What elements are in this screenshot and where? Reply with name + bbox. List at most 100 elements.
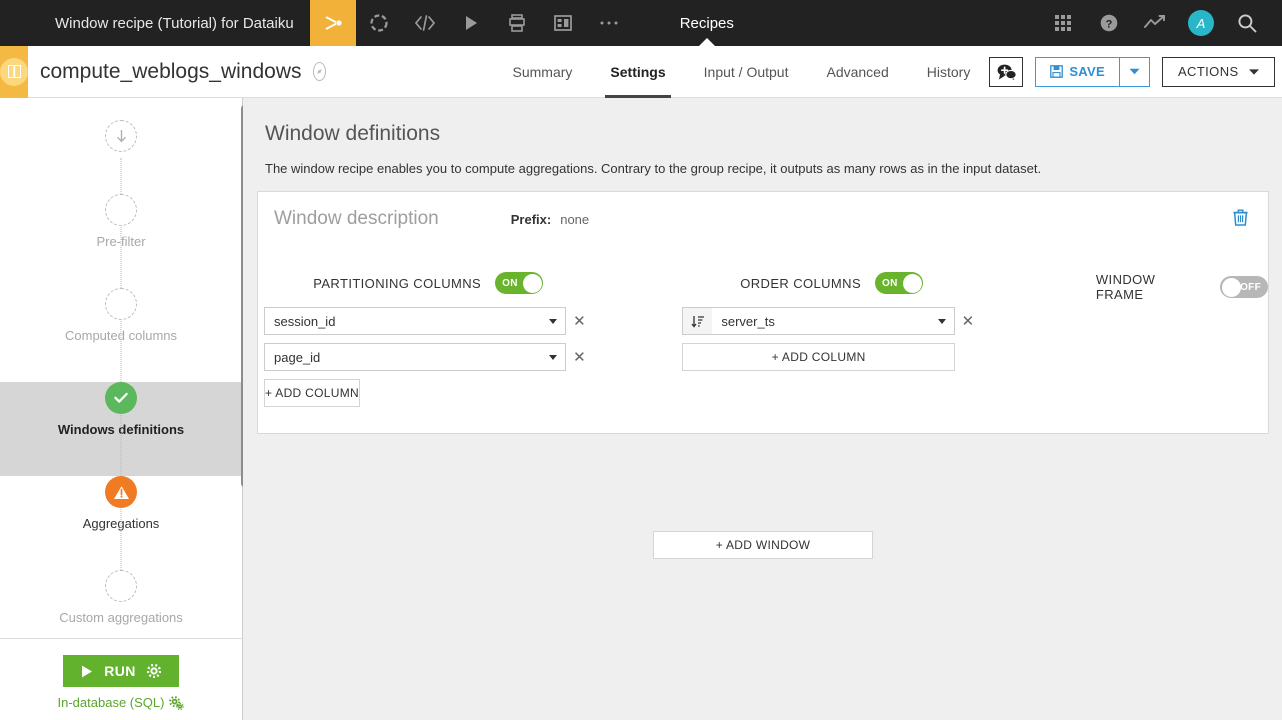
- partitioning-header: PARTITIONING COLUMNS ON: [264, 272, 592, 294]
- project-title: Window recipe (Tutorial) for Dataiku: [55, 14, 294, 32]
- engine-selector[interactable]: In-database (SQL): [0, 695, 242, 710]
- warning-icon: [105, 476, 137, 508]
- add-partitioning-column-button[interactable]: + ADD COLUMN: [264, 379, 360, 407]
- partitioning-column-row: session_id ✕: [264, 307, 592, 335]
- chevron-down-icon: [549, 354, 558, 360]
- run-label: RUN: [104, 663, 136, 679]
- tab-settings[interactable]: Settings: [591, 46, 684, 98]
- steps-list: Pre-filter Computed columns Windows defi…: [0, 98, 242, 638]
- top-navigation-bar: Window recipe (Tutorial) for Dataiku Rec…: [0, 0, 1282, 46]
- order-column-value: server_ts: [721, 313, 775, 329]
- partitioning-toggle-label: ON: [502, 277, 518, 289]
- save-button-group: SAVE: [1035, 56, 1150, 87]
- avatar[interactable]: A: [1180, 0, 1222, 46]
- computed-columns-node-icon: [105, 288, 137, 320]
- window-frame-title: WINDOW FRAME: [1095, 272, 1156, 302]
- nav-recipes[interactable]: Recipes: [662, 0, 752, 46]
- help-icon[interactable]: ?: [1088, 0, 1130, 46]
- recipe-flow-icon[interactable]: [309, 0, 356, 46]
- run-section: RUN In-database (SQL): [0, 638, 242, 720]
- partitioning-column-select[interactable]: page_id: [264, 343, 567, 371]
- page-title: compute_weblogs_windows: [40, 59, 302, 83]
- window-frame-section: WINDOW FRAME OFF: [1096, 272, 1268, 415]
- save-button[interactable]: SAVE: [1035, 56, 1120, 87]
- compass-icon[interactable]: [312, 62, 326, 81]
- window-frame-header: WINDOW FRAME OFF: [1096, 272, 1268, 302]
- recipe-steps-sidebar: Pre-filter Computed columns Windows defi…: [0, 98, 248, 720]
- order-title: ORDER COLUMNS: [740, 275, 862, 291]
- jobs-icon[interactable]: [494, 0, 540, 46]
- dashboard-icon[interactable]: [540, 0, 586, 46]
- window-columns-area: PARTITIONING COLUMNS ON session_id ✕ pag…: [258, 230, 1268, 415]
- partitioning-title: PARTITIONING COLUMNS: [313, 275, 482, 291]
- input-node-icon: [105, 120, 137, 152]
- tab-history[interactable]: History: [908, 46, 990, 98]
- partitioning-add-row: + ADD COLUMN: [264, 379, 592, 407]
- window-definition-card: Window description Prefix: none PARTITIO…: [257, 191, 1269, 434]
- order-column-select[interactable]: server_ts: [712, 307, 955, 335]
- apps-grid-icon[interactable]: [1042, 0, 1084, 46]
- trend-icon[interactable]: [1134, 0, 1176, 46]
- tab-input-output[interactable]: Input / Output: [685, 46, 808, 98]
- save-label: SAVE: [1069, 64, 1105, 79]
- sort-direction-icon[interactable]: [682, 307, 713, 335]
- run-button[interactable]: RUN: [63, 655, 179, 687]
- actions-label: ACTIONS: [1177, 64, 1239, 79]
- window-frame-toggle[interactable]: OFF: [1220, 276, 1268, 298]
- chevron-down-icon: [937, 318, 946, 324]
- avatar-letter: A: [1196, 15, 1206, 31]
- partitioning-toggle[interactable]: ON: [495, 272, 544, 294]
- main-content: Window definitions The window recipe ena…: [243, 98, 1282, 720]
- tab-summary[interactable]: Summary: [494, 46, 592, 98]
- recipe-header-bar: compute_weblogs_windows Summary Settings…: [0, 45, 1282, 98]
- remove-order-column-button[interactable]: ✕: [955, 312, 981, 330]
- recipe-action-group: SAVE ACTIONS: [989, 56, 1282, 87]
- window-card-header: Window description Prefix: none: [258, 192, 1268, 230]
- partitioning-column-value: page_id: [274, 349, 321, 365]
- floppy-icon: [1050, 65, 1064, 78]
- custom-aggregations-node-icon: [105, 570, 137, 602]
- order-header: ORDER COLUMNS ON: [682, 272, 981, 294]
- remove-partitioning-column-button[interactable]: ✕: [566, 348, 592, 366]
- chevron-down-icon: [1248, 68, 1259, 75]
- sidebar-step-label: Custom aggregations: [59, 610, 183, 625]
- play-icon[interactable]: [448, 0, 494, 46]
- topbar-right-group: ? A: [1042, 0, 1282, 46]
- order-add-row: + ADD COLUMN: [682, 343, 981, 371]
- prefix-value[interactable]: none: [560, 212, 589, 227]
- remove-partitioning-column-button[interactable]: ✕: [566, 312, 592, 330]
- tab-advanced[interactable]: Advanced: [807, 46, 907, 98]
- search-icon[interactable]: [1226, 0, 1268, 46]
- more-icon[interactable]: [586, 0, 632, 46]
- discussions-button[interactable]: [989, 56, 1024, 87]
- wheel-icon[interactable]: [356, 0, 402, 46]
- pre-filter-node-icon: [105, 194, 137, 226]
- code-icon[interactable]: [402, 0, 448, 46]
- order-columns-section: ORDER COLUMNS ON server_ts ✕ + ADD COLUM…: [682, 272, 981, 415]
- section-title: Window definitions: [265, 122, 441, 145]
- add-order-column-button[interactable]: + ADD COLUMN: [682, 343, 955, 371]
- check-icon: [105, 382, 137, 414]
- save-dropdown-button[interactable]: [1119, 56, 1150, 87]
- actions-button[interactable]: ACTIONS: [1161, 56, 1275, 87]
- svg-text:?: ?: [1106, 18, 1113, 30]
- order-toggle[interactable]: ON: [875, 272, 924, 294]
- section-description: The window recipe enables you to compute…: [265, 161, 1042, 176]
- chevron-down-icon: [549, 318, 558, 324]
- order-column-row: server_ts ✕: [682, 307, 981, 335]
- partitioning-column-select[interactable]: session_id: [264, 307, 567, 335]
- add-window-button[interactable]: + ADD WINDOW: [653, 531, 873, 559]
- recipe-type-badge: [0, 45, 28, 98]
- recipe-tabs: Summary Settings Input / Output Advanced…: [494, 46, 990, 98]
- partitioning-column-value: session_id: [274, 313, 336, 329]
- engine-label: In-database (SQL): [57, 695, 165, 710]
- window-frame-toggle-label: OFF: [1240, 281, 1261, 293]
- partitioning-column-row: page_id ✕: [264, 343, 592, 371]
- order-toggle-label: ON: [882, 277, 898, 289]
- chevron-down-icon: [1129, 68, 1140, 75]
- gears-icon: [169, 695, 185, 710]
- prefix-label: Prefix:: [510, 211, 552, 227]
- prefix-group: Prefix: none: [511, 212, 589, 227]
- delete-window-icon[interactable]: [1233, 209, 1248, 231]
- window-description-input[interactable]: Window description: [274, 208, 439, 230]
